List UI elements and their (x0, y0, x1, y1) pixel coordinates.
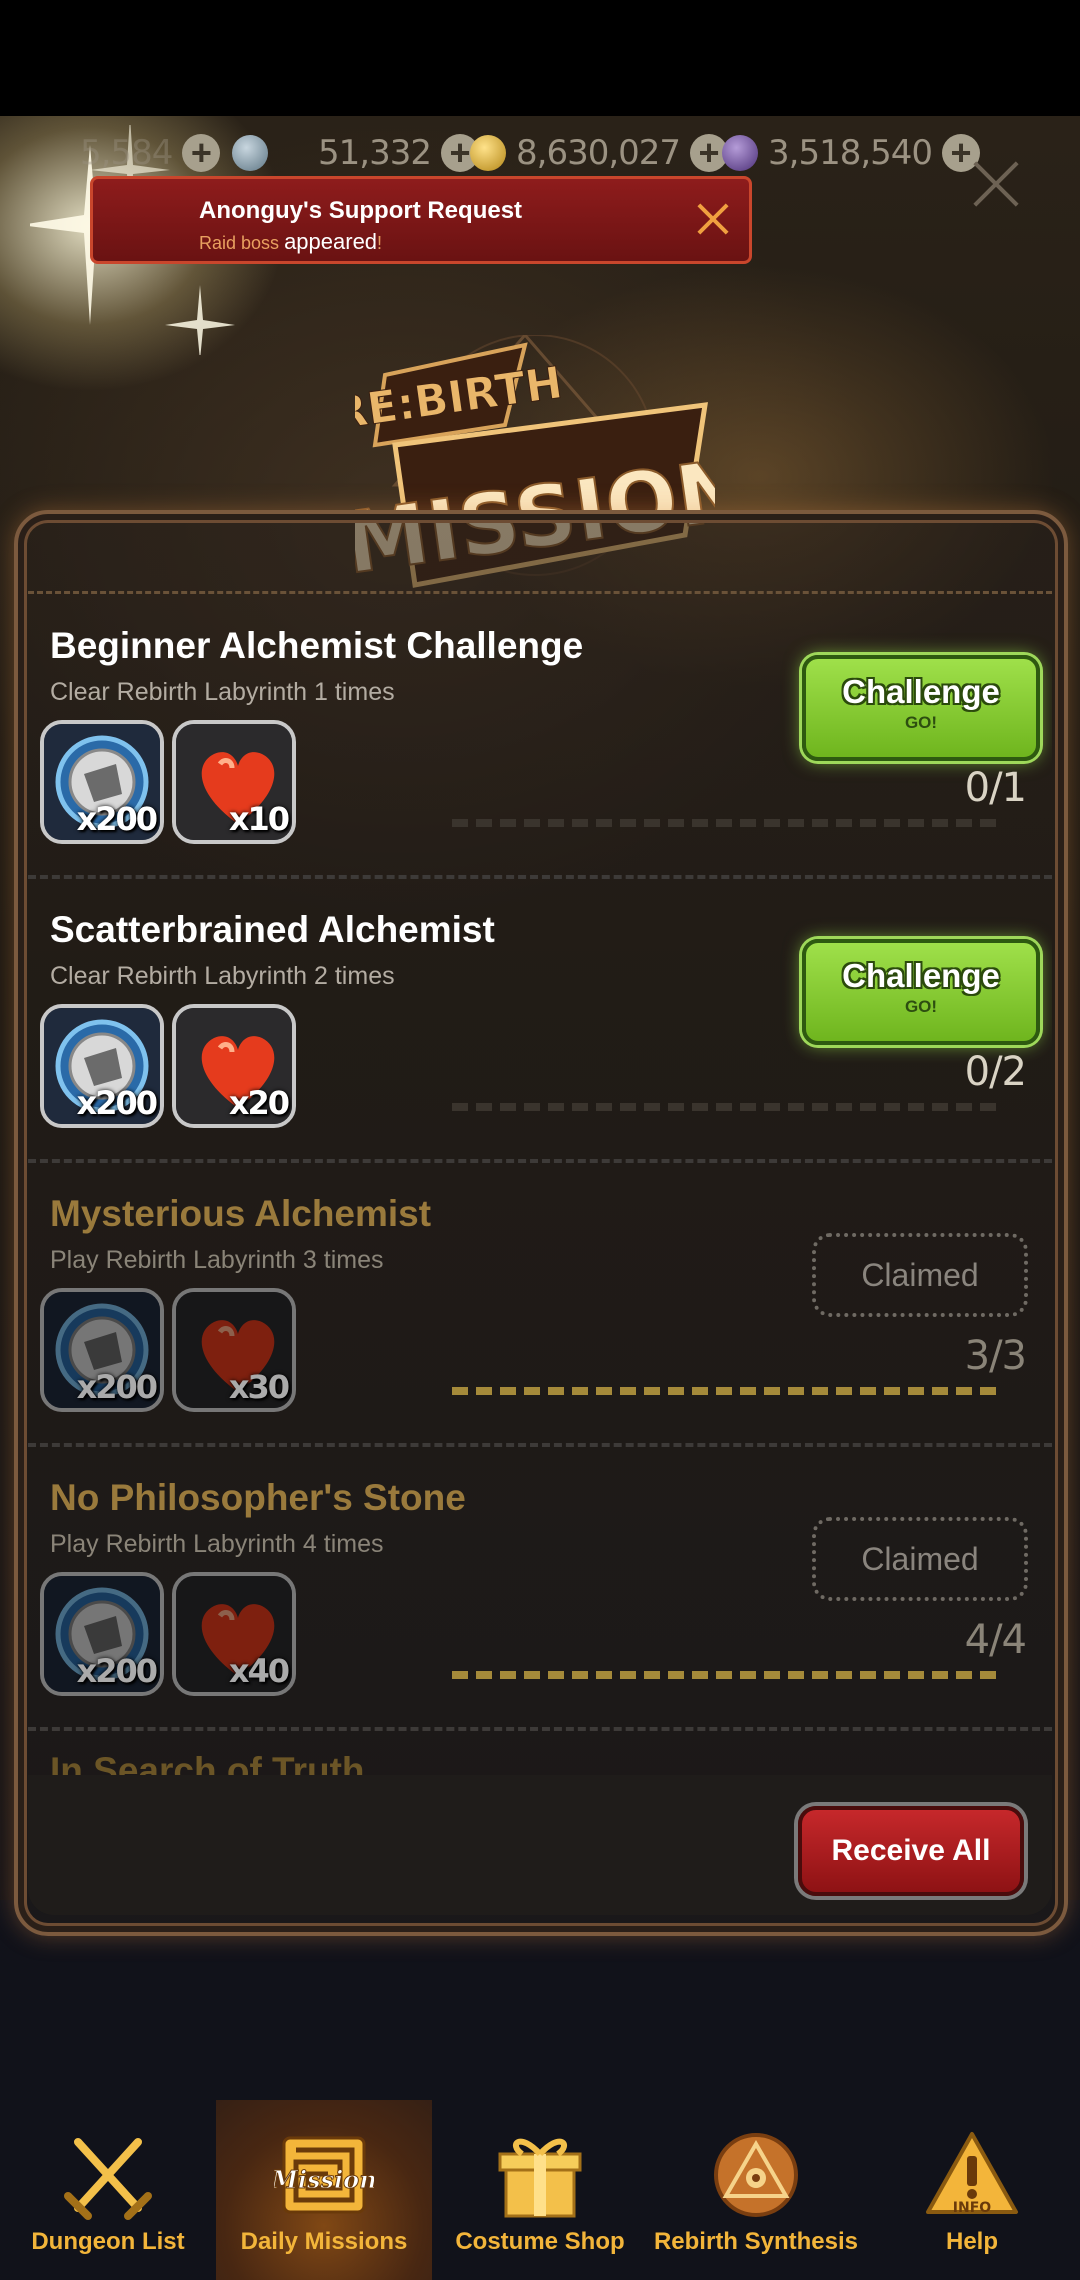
reward-heart[interactable]: x10 (172, 720, 296, 844)
mission-item: No Philosopher's Stone Play Rebirth Laby… (28, 1447, 1052, 1731)
mission-description: Clear Rebirth Labyrinth 2 times (50, 962, 395, 990)
mission-maze-icon: Mission (274, 2136, 374, 2214)
challenge-button-sublabel: GO! (904, 713, 938, 732)
reward-heart[interactable]: x20 (172, 1004, 296, 1128)
stamina-counter: 5,584 + (80, 128, 221, 178)
reward-quantity: x10 (228, 800, 290, 838)
nav-label: Help (945, 2228, 998, 2255)
challenge-button-sublabel: GO! (904, 997, 938, 1016)
crossed-swords-icon (64, 2138, 152, 2220)
nav-help[interactable]: INFO Help (864, 2100, 1080, 2280)
soul-counter: 3,518,540 + (722, 128, 981, 178)
reward-quantity: x200 (76, 800, 158, 838)
mission-title: Scatterbrained Alchemist (50, 909, 495, 950)
challenge-button[interactable]: Challenge GO! (802, 655, 1040, 761)
soul-value: 3,518,540 (768, 133, 933, 173)
gold-icon (470, 135, 506, 171)
mission-title: Beginner Alchemist Challenge (50, 625, 584, 666)
mission-item: Mysterious Alchemist Play Rebirth Labyri… (28, 1163, 1052, 1447)
mission-item: Beginner Alchemist Challenge Clear Rebir… (28, 595, 1052, 879)
reward-ticket[interactable]: x200 (40, 1004, 164, 1128)
progress-bar-fill (452, 1671, 1004, 1679)
notification-subtitle-highlight: appeared (284, 229, 378, 254)
notification-title: Anonguy's Support Request (199, 197, 523, 224)
gem-counter: 51,332 + (232, 128, 479, 178)
reward-quantity: x30 (228, 1368, 290, 1406)
mission-description: Clear Rebirth Labyrinth 1 times (50, 678, 395, 706)
reward-heart[interactable]: x30 (172, 1288, 296, 1412)
reward-quantity: x20 (228, 1084, 290, 1122)
reward-quantity: x40 (228, 1652, 290, 1690)
claimed-badge: Claimed (812, 1517, 1028, 1601)
notification-subtitle-prefix: Raid boss (199, 233, 280, 253)
reward-ticket[interactable]: x200 (40, 1572, 164, 1696)
reward-heart[interactable]: x40 (172, 1572, 296, 1696)
notification-subtitle-suffix: ! (377, 233, 383, 253)
mission-separator (28, 1727, 1052, 1731)
challenge-button-label: Challenge (842, 673, 1000, 710)
close-icon[interactable] (970, 158, 1022, 210)
nav-label: Costume Shop (455, 2228, 625, 2255)
mission-title: No Philosopher's Stone (50, 1477, 466, 1518)
currency-bar: 5,584 + 51,332 + 8,630,027 + 3,518,540 + (0, 128, 1080, 178)
progress-bar (452, 1103, 1004, 1111)
mission-icon-text: Mission (274, 2165, 374, 2194)
mission-title-partial: In Search of Truth (50, 1750, 365, 1775)
gem-value: 51,332 (318, 133, 432, 173)
reward-quantity: x200 (76, 1084, 158, 1122)
nav-label: Dungeon List (31, 2228, 185, 2255)
receive-all-button[interactable]: Receive All (798, 1806, 1024, 1896)
nav-daily-missions[interactable]: Mission Daily Missions (216, 2100, 432, 2280)
reward-quantity: x200 (76, 1652, 158, 1690)
progress-bar (452, 1671, 1004, 1679)
notification-close-icon[interactable] (693, 199, 733, 239)
mission-progress: 0/1 (964, 765, 1027, 811)
mission-progress: 4/4 (964, 1617, 1027, 1663)
add-stamina-button[interactable]: + (182, 134, 221, 172)
progress-bar (452, 819, 1004, 827)
gold-value: 8,630,027 (516, 133, 681, 173)
challenge-button[interactable]: Challenge GO! (802, 939, 1040, 1045)
info-icon-text: INFO (953, 2200, 991, 2216)
challenge-button-label: Challenge (842, 957, 1000, 994)
mission-description: Play Rebirth Labyrinth 4 times (50, 1530, 384, 1558)
notification-subtitle: Raid boss appeared! (199, 229, 382, 255)
nav-label: Daily Missions (240, 2228, 408, 2255)
progress-bar (452, 1387, 1004, 1395)
nav-dungeon-list[interactable]: Dungeon List (0, 2100, 216, 2280)
reward-ticket[interactable]: x200 (40, 720, 164, 844)
mission-list[interactable]: Beginner Alchemist Challenge Clear Rebir… (28, 595, 1052, 1775)
mission-progress: 0/2 (964, 1049, 1027, 1095)
gift-icon (498, 2138, 582, 2218)
support-request-notification[interactable]: Anonguy's Support Request Raid boss appe… (90, 176, 752, 264)
soul-icon (722, 135, 758, 171)
bottom-navigation: Dungeon List Mission Daily Missions Cost… (0, 2100, 1080, 2280)
gold-counter: 8,630,027 + (470, 128, 729, 178)
nav-label: Rebirth Synthesis (653, 2228, 859, 2255)
mission-progress: 3/3 (964, 1333, 1027, 1379)
panel-divider (28, 591, 1052, 594)
nav-rebirth-synthesis[interactable]: Rebirth Synthesis (648, 2100, 864, 2280)
mission-description: Play Rebirth Labyrinth 3 times (50, 1246, 384, 1274)
reward-ticket[interactable]: x200 (40, 1288, 164, 1412)
gem-icon (232, 135, 268, 171)
claimed-badge: Claimed (812, 1233, 1028, 1317)
mission-title: Mysterious Alchemist (50, 1193, 432, 1234)
reward-quantity: x200 (76, 1368, 158, 1406)
mission-item: Scatterbrained Alchemist Clear Rebirth L… (28, 879, 1052, 1163)
synthesis-emblem-icon (714, 2133, 798, 2217)
stamina-value: 5,584 (80, 133, 173, 173)
nav-costume-shop[interactable]: Costume Shop (432, 2100, 648, 2280)
progress-bar-fill (452, 1387, 1004, 1395)
info-icon: INFO (926, 2132, 1018, 2216)
